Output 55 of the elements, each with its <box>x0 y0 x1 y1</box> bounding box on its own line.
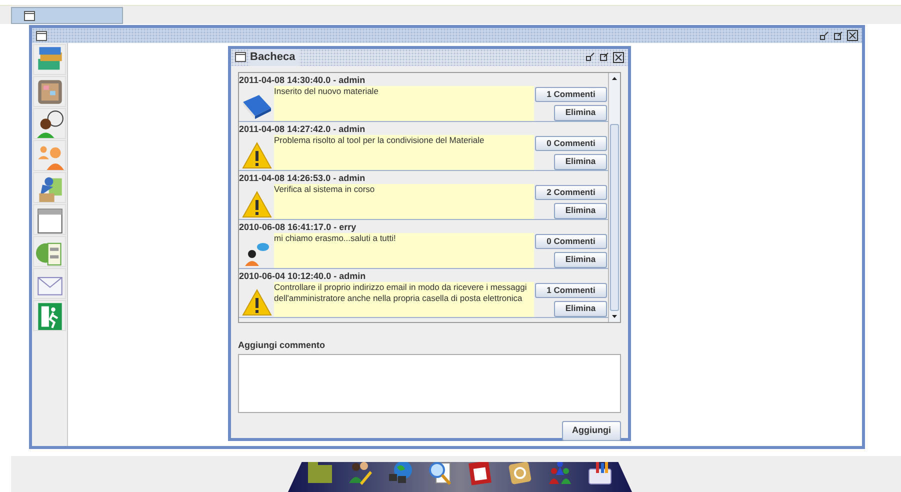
post-header: 2010-06-04 10:12:40.0 - admin <box>239 270 367 282</box>
dock-button[interactable] <box>586 459 614 487</box>
minimized-window-tab[interactable] <box>11 7 123 24</box>
add-comment-button[interactable]: Aggiungi <box>562 421 621 441</box>
comments-button[interactable]: 0 Commenti <box>535 136 607 151</box>
delete-button[interactable]: Elimina <box>554 105 607 120</box>
minimize-icon[interactable] <box>819 30 829 40</box>
post-text: Verifica al sistema in corso <box>274 184 534 218</box>
scrollbar[interactable] <box>608 72 620 322</box>
post-header: 2011-04-08 14:27:42.0 - admin <box>239 122 366 134</box>
warning-icon <box>242 288 272 316</box>
post-header: 2011-04-08 14:30:40.0 - admin <box>239 74 366 86</box>
comments-button[interactable]: 2 Commenti <box>535 184 607 200</box>
post-text: Problema risolto al tool per la condivisione del Materiale <box>274 134 534 170</box>
toolbar-button[interactable] <box>33 204 66 235</box>
window-icon <box>235 52 246 62</box>
magnifier-document-icon <box>426 459 454 487</box>
dock-button[interactable] <box>426 459 454 487</box>
warning-icon <box>242 142 272 168</box>
users-pencil-icon <box>346 459 374 487</box>
user-speech-icon <box>242 240 270 266</box>
comment-label: Aggiungi commento <box>238 338 326 352</box>
minimize-icon[interactable] <box>585 52 595 62</box>
toolbar-button[interactable] <box>33 300 66 331</box>
toolbar-button[interactable] <box>33 76 66 107</box>
comment-field[interactable] <box>238 354 621 413</box>
post-text: Controllare il proprio indirizzo email in modo da ricevere i messaggi dell'amministratore anche nella propria casella di posta elettronica <box>274 282 534 316</box>
corkboard-icon <box>36 78 64 106</box>
maximize-icon[interactable] <box>599 52 609 62</box>
comments-button[interactable]: 1 Commenti <box>535 282 607 298</box>
exit-icon <box>36 302 64 330</box>
window-icon <box>36 30 47 40</box>
scrollbar-thumb[interactable] <box>610 124 619 310</box>
post-header: 2010-06-08 16:41:17.0 - erry <box>239 220 358 232</box>
toolbar-button[interactable] <box>33 44 66 75</box>
post-text: mi chiamo erasmo...saluti a tutti! <box>274 232 534 268</box>
post-header: 2011-04-08 14:26:53.0 - admin <box>239 172 366 184</box>
warning-icon <box>242 190 272 218</box>
window-icon <box>24 10 35 20</box>
comments-button[interactable]: 0 Commenti <box>535 234 607 249</box>
close-icon[interactable] <box>613 52 624 63</box>
dock-button[interactable] <box>346 459 374 487</box>
delete-button[interactable]: Elimina <box>554 252 607 268</box>
toolbar-button[interactable] <box>33 108 66 139</box>
maximize-icon[interactable] <box>833 30 843 40</box>
window-title: Bacheca <box>250 49 300 66</box>
toolbar-button[interactable] <box>33 172 66 203</box>
post-text: Inserito del nuovo materiale <box>274 86 534 120</box>
delete-button[interactable]: Elimina <box>554 203 607 218</box>
delete-button[interactable]: Elimina <box>554 154 607 170</box>
delete-button[interactable]: Elimina <box>554 301 607 316</box>
comments-button[interactable]: 1 Commenti <box>535 86 607 102</box>
user-speech-icon <box>36 110 64 138</box>
close-icon[interactable] <box>847 30 858 41</box>
toolbox-icon <box>586 459 614 487</box>
